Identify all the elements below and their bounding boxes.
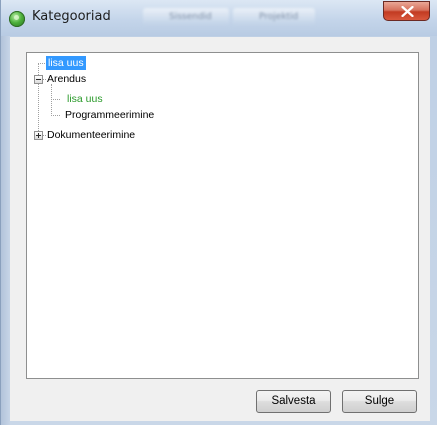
tree-connector-h5: [43, 135, 46, 136]
tree-connector-h4: [51, 115, 60, 116]
tree-connector-h3: [51, 99, 60, 100]
minus-box-icon[interactable]: [34, 75, 43, 84]
dialog-window: Sissendid Projektid Kategooriad lisa uus…: [0, 0, 437, 425]
title-bar[interactable]: Sissendid Projektid Kategooriad: [1, 0, 437, 36]
background-tab-2: Projektid: [233, 8, 315, 26]
tree-connector-h1: [38, 63, 45, 64]
window-title: Kategooriad: [32, 9, 111, 24]
save-button[interactable]: Salvesta: [256, 390, 331, 413]
close-icon: [401, 6, 414, 17]
tree-connector-h2: [43, 79, 46, 80]
window-left-border: [1, 36, 10, 425]
category-tree[interactable]: lisa uus Arendus lisa uus Programmeerimi…: [26, 52, 419, 379]
close-button[interactable]: Sulge: [342, 390, 417, 413]
close-window-button[interactable]: [383, 1, 430, 21]
tree-node-lisa-uus[interactable]: lisa uus: [46, 56, 86, 70]
tree-connector-child: [51, 84, 52, 116]
tree-node-child-lisa-uus[interactable]: lisa uus: [67, 92, 103, 106]
tree-node-programmeerimine[interactable]: Programmeerimine: [65, 108, 154, 122]
app-globe-icon: [9, 11, 25, 27]
tree-node-dokumenteerimine[interactable]: Dokumenteerimine: [47, 128, 135, 142]
background-tab-1: Sissendid: [143, 8, 229, 26]
tree-node-arendus[interactable]: Arendus: [47, 72, 86, 86]
plus-box-icon[interactable]: [34, 131, 43, 140]
